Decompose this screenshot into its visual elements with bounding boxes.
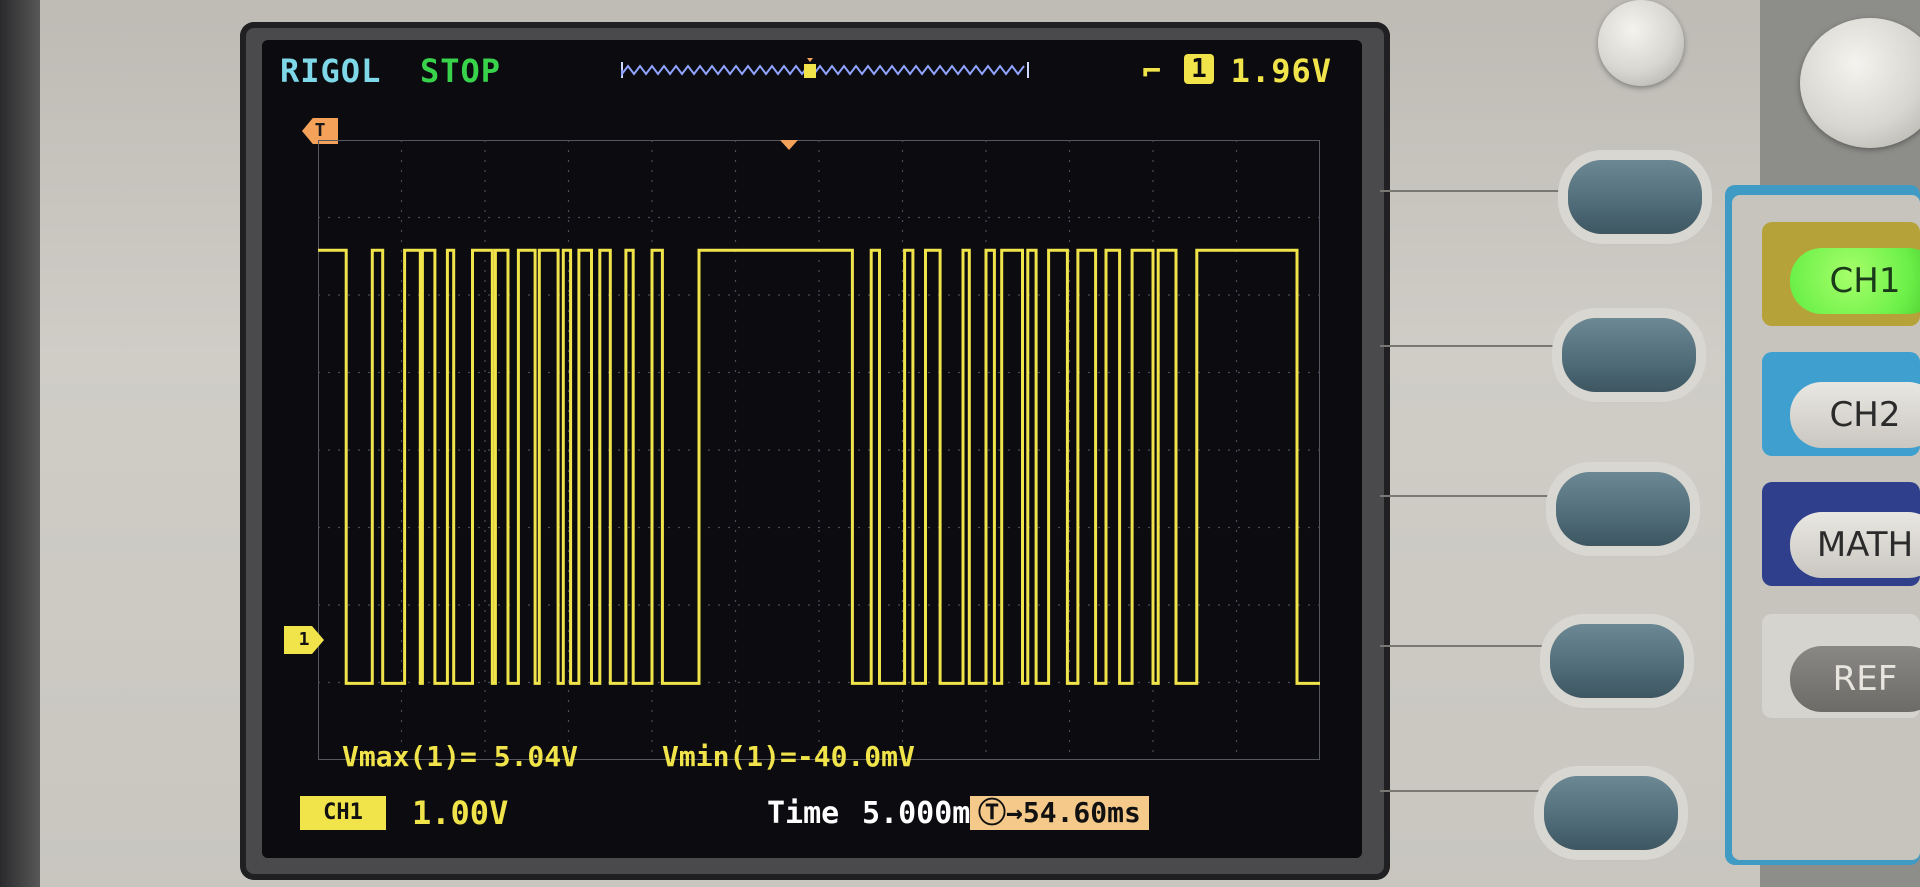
multipurpose-knob[interactable] <box>1800 18 1920 148</box>
softkey-4[interactable] <box>1550 624 1684 698</box>
falling-edge-icon: ⌐ <box>1142 52 1163 90</box>
run-state-label: STOP <box>420 52 502 90</box>
softkey-3[interactable] <box>1556 472 1690 546</box>
ch1-button[interactable]: CH1 <box>1790 248 1920 314</box>
math-button[interactable]: MATH <box>1790 512 1920 578</box>
ch1-waveform-trace <box>318 248 1320 685</box>
measurement-vmin: Vmin(1)=-40.0mV <box>662 740 915 773</box>
time-label: Time <box>767 796 840 831</box>
trigger-delay: Ⓣ→54.60ms <box>970 796 1149 830</box>
softkey-2[interactable] <box>1562 318 1696 392</box>
memory-timebar <box>621 58 1029 78</box>
waveform-grid <box>318 140 1320 760</box>
ref-button[interactable]: REF <box>1790 646 1920 712</box>
status-bar: CH1 1.00V Time 5.000ms Ⓣ→54.60ms <box>262 788 1362 858</box>
measurement-vmax: Vmax(1)= 5.04V <box>342 740 579 773</box>
softkey-1[interactable] <box>1568 160 1702 234</box>
oscilloscope-screen: RIGOL STOP ⌐ 1 1.96V T 1 Vmax(1)= 5.04V … <box>262 40 1362 858</box>
ch2-button[interactable]: CH2 <box>1790 382 1920 448</box>
trigger-level: 1.96V <box>1230 52 1332 90</box>
top-knob[interactable] <box>1598 0 1684 86</box>
channel-scale: 1.00V <box>412 794 509 832</box>
softkey-5[interactable] <box>1544 776 1678 850</box>
trigger-source-badge: 1 <box>1184 54 1214 84</box>
trigger-position-marker <box>780 140 798 150</box>
brand-label: RIGOL <box>280 52 382 90</box>
channel-tag: CH1 <box>300 796 386 830</box>
